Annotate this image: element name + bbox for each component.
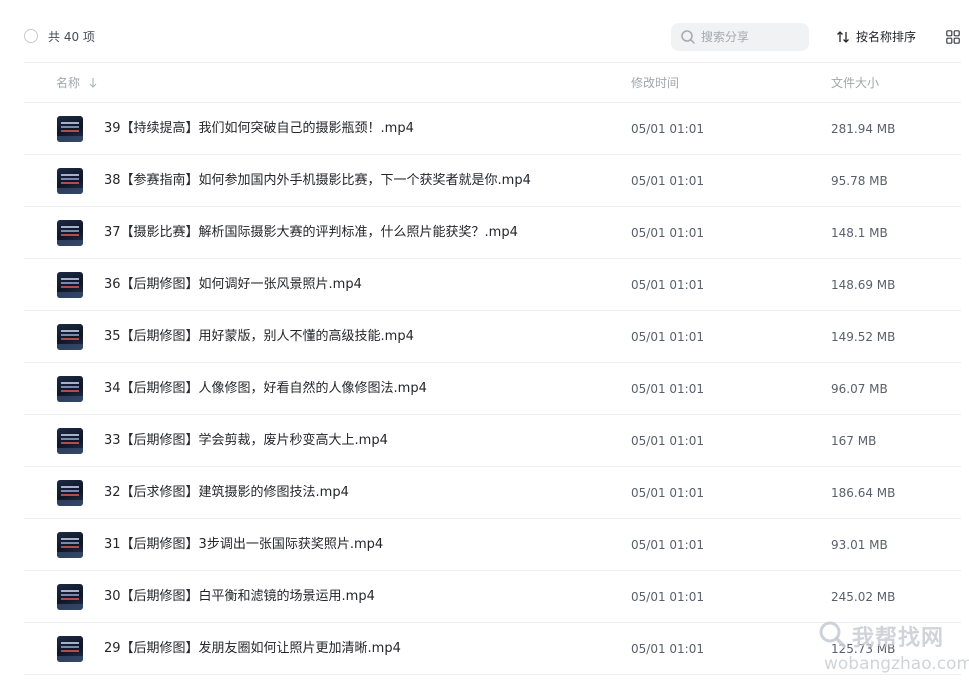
file-name: 29【后期修图】发朋友圈如何让照片更加清晰.mp4	[104, 641, 401, 656]
file-size: 96.07 MB	[831, 382, 888, 396]
video-thumbnail	[57, 220, 83, 246]
file-modified: 05/01 01:01	[631, 330, 704, 344]
column-header-modified[interactable]: 修改时间	[631, 75, 679, 91]
search-input[interactable]	[701, 27, 801, 47]
file-size: 93.01 MB	[831, 538, 888, 552]
table-row[interactable]: 29【后期修图】发朋友圈如何让照片更加清晰.mp4 05/01 01:01 12…	[24, 623, 961, 675]
table-row[interactable]: 33【后期修图】学会剪裁，废片秒变高大上.mp4 05/01 01:01 167…	[24, 415, 961, 467]
file-modified: 05/01 01:01	[631, 278, 704, 292]
file-name: 34【后期修图】人像修图，好看自然的人像修图法.mp4	[104, 381, 427, 396]
table-row[interactable]: 37【摄影比赛】解析国际摄影大赛的评判标准，什么照片能获奖？.mp4 05/01…	[24, 207, 961, 259]
table-row[interactable]: 30【后期修图】白平衡和滤镜的场景运用.mp4 05/01 01:01 245.…	[24, 571, 961, 623]
file-modified: 05/01 01:01	[631, 538, 704, 552]
file-name: 33【后期修图】学会剪裁，废片秒变高大上.mp4	[104, 433, 388, 448]
file-size: 149.52 MB	[831, 330, 896, 344]
video-thumbnail	[57, 428, 83, 454]
file-size: 148.1 MB	[831, 226, 888, 240]
table-row[interactable]: 31【后期修图】3步调出一张国际获奖照片.mp4 05/01 01:01 93.…	[24, 519, 961, 571]
file-modified: 05/01 01:01	[631, 382, 704, 396]
table-header: 名称 修改时间 文件大小	[24, 62, 961, 103]
file-name: 30【后期修图】白平衡和滤镜的场景运用.mp4	[104, 589, 375, 604]
file-name: 37【摄影比赛】解析国际摄影大赛的评判标准，什么照片能获奖？.mp4	[104, 225, 518, 240]
file-modified: 05/01 01:01	[631, 174, 704, 188]
select-all-checkbox[interactable]	[24, 29, 38, 43]
file-size: 167 MB	[831, 434, 877, 448]
file-list: 39【持续提高】我们如何突破自己的摄影瓶颈！.mp4 05/01 01:01 2…	[24, 103, 961, 675]
sort-button[interactable]: 按名称排序	[836, 28, 916, 46]
video-thumbnail	[57, 168, 83, 194]
video-thumbnail	[57, 376, 83, 402]
table-row[interactable]: 35【后期修图】用好蒙版，别人不懂的高级技能.mp4 05/01 01:01 1…	[24, 311, 961, 363]
file-name: 39【持续提高】我们如何突破自己的摄影瓶颈！.mp4	[104, 121, 414, 136]
column-name-label: 名称	[56, 76, 81, 90]
file-modified: 05/01 01:01	[631, 434, 704, 448]
file-size: 245.02 MB	[831, 590, 896, 604]
file-modified: 05/01 01:01	[631, 642, 704, 656]
video-thumbnail	[57, 324, 83, 350]
item-count: 共 40 项	[48, 30, 95, 44]
file-modified: 05/01 01:01	[631, 590, 704, 604]
file-modified: 05/01 01:01	[631, 486, 704, 500]
video-thumbnail	[57, 636, 83, 662]
file-size: 148.69 MB	[831, 278, 896, 292]
column-header-name[interactable]: 名称	[56, 75, 98, 91]
file-modified: 05/01 01:01	[631, 226, 704, 240]
video-thumbnail	[57, 480, 83, 506]
file-size: 281.94 MB	[831, 122, 896, 136]
file-name: 36【后期修图】如何调好一张风景照片.mp4	[104, 277, 362, 292]
file-name: 32【后求修图】建筑摄影的修图技法.mp4	[104, 485, 349, 500]
arrow-down-icon	[89, 78, 97, 88]
video-thumbnail	[57, 272, 83, 298]
sort-icon	[837, 31, 849, 43]
file-name: 38【参赛指南】如何参加国内外手机摄影比赛，下一个获奖者就是你.mp4	[104, 173, 531, 188]
column-header-size[interactable]: 文件大小	[831, 75, 879, 91]
file-size: 186.64 MB	[831, 486, 896, 500]
file-name: 31【后期修图】3步调出一张国际获奖照片.mp4	[104, 537, 384, 552]
table-row[interactable]: 32【后求修图】建筑摄影的修图技法.mp4 05/01 01:01 186.64…	[24, 467, 961, 519]
toolbar: 共 40 项 按名称排序	[0, 0, 969, 62]
grid-view-icon[interactable]	[946, 30, 960, 44]
video-thumbnail	[57, 116, 83, 142]
video-thumbnail	[57, 584, 83, 610]
sort-label: 按名称排序	[856, 30, 917, 44]
table-row[interactable]: 38【参赛指南】如何参加国内外手机摄影比赛，下一个获奖者就是你.mp4 05/0…	[24, 155, 961, 207]
table-row[interactable]: 34【后期修图】人像修图，好看自然的人像修图法.mp4 05/01 01:01 …	[24, 363, 961, 415]
file-size: 125.73 MB	[831, 642, 896, 656]
table-row[interactable]: 36【后期修图】如何调好一张风景照片.mp4 05/01 01:01 148.6…	[24, 259, 961, 311]
file-modified: 05/01 01:01	[631, 122, 704, 136]
file-size: 95.78 MB	[831, 174, 888, 188]
file-name: 35【后期修图】用好蒙版，别人不懂的高级技能.mp4	[104, 329, 414, 344]
search-box[interactable]	[671, 23, 809, 51]
table-row[interactable]: 39【持续提高】我们如何突破自己的摄影瓶颈！.mp4 05/01 01:01 2…	[24, 103, 961, 155]
search-icon	[681, 30, 695, 44]
video-thumbnail	[57, 532, 83, 558]
